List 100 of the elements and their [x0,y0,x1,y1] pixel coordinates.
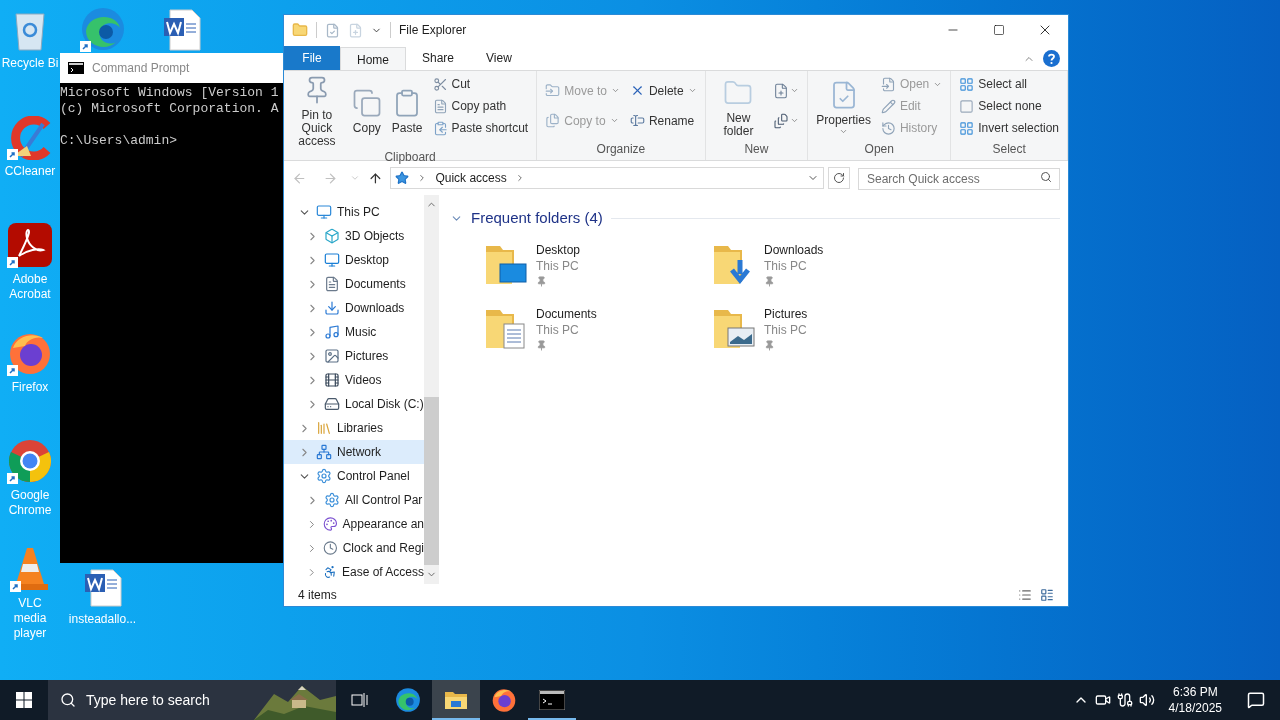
ribbon-tab[interactable]: Share [406,46,471,70]
ribbon-button[interactable]: Delete [625,79,701,102]
windows-logo-icon [16,692,32,708]
folder-tile[interactable]: Documents This PC [480,305,708,362]
search-field[interactable]: Search Quick access [858,168,1060,190]
caret-icon [790,116,800,125]
console-line: (c) Microsoft Corporation. A [60,101,280,117]
download-icon [324,300,340,316]
folder-location: This PC [764,257,808,274]
video-camera-icon[interactable] [1094,692,1111,708]
shortcut-arrow-icon [7,473,18,484]
search-field[interactable]: Type here to search [86,689,246,711]
ribbon-button[interactable]: Cut [428,73,533,95]
scissors-icon [432,76,448,92]
select-all-icon [959,76,975,92]
music-note-icon [324,324,340,340]
large-icons-view-icon[interactable] [1040,588,1054,602]
address-bar[interactable]: Quick access [390,167,825,189]
tree-item[interactable]: Music [284,320,424,344]
taskbar-search-bar[interactable]: Type here to search [48,680,336,720]
rename-icon [629,113,645,128]
console-prompt: C:\Users\admin> [60,133,179,149]
tree-item[interactable]: This PC [284,200,424,224]
ribbon-button[interactable]: Select all [955,73,1063,95]
tree-item[interactable]: Downloads [284,296,424,320]
details-view-icon[interactable] [1018,588,1032,602]
ribbon-tab[interactable]: Home [340,47,406,71]
folder-name: Desktop [536,241,581,258]
library-icon [316,420,332,436]
ribbon-tab[interactable]: File [284,46,340,70]
ribbon-button[interactable]: Copy path [428,95,533,117]
tree-item[interactable]: Appearance an [284,512,424,536]
folder-tile[interactable]: Pictures This PC [708,305,936,362]
tree-item[interactable]: Videos [284,368,424,392]
scrollbar-thumb[interactable] [424,397,439,565]
ribbon-button[interactable]: Pin to Quick access [288,71,346,148]
search-icon [60,692,76,708]
accessibility-icon [322,564,337,580]
window-title: File Explorer [399,22,467,39]
ribbon-button[interactable]: New folder [709,73,768,138]
folder-tile[interactable]: Desktop This PC [480,241,708,298]
tree-item[interactable]: Control Panel [284,464,424,488]
tree-item[interactable]: 3D Objects [284,224,424,248]
tree-item[interactable]: Documents [284,272,424,296]
tree-item[interactable]: Network [284,440,424,464]
back-icon[interactable] [292,170,307,186]
shortcut-arrow-icon [10,581,21,592]
help-icon[interactable] [1043,50,1060,67]
properties-icon[interactable] [325,22,340,38]
cube-icon [324,228,340,244]
console-icon [539,690,565,710]
ribbon-group-label: Select [991,141,1027,158]
taskbar-app[interactable] [432,680,480,720]
network-icon[interactable] [1116,692,1133,708]
forward-icon[interactable] [322,170,338,186]
folder-name: Pictures [764,305,808,322]
ribbon-button[interactable]: Paste shortcut [428,117,533,139]
caret-icon [790,86,800,95]
folder-name: Downloads [764,241,824,258]
clipboard-icon [432,120,448,136]
ribbon-button[interactable]: Rename [625,109,701,132]
shortcut-arrow-icon [7,149,18,160]
status-text: 4 items [298,587,337,604]
folder-tile[interactable]: Downloads This PC [708,241,936,298]
tree-item[interactable]: All Control Par [284,488,424,512]
tree-item[interactable]: Local Disk (C:) [284,392,424,416]
palette-icon [322,516,338,532]
breadcrumb[interactable]: Quick access [435,169,507,187]
ribbon-button[interactable]: Properties [812,75,875,136]
ribbon-button[interactable]: Copy [347,84,386,135]
shortcut-arrow-icon [7,365,18,376]
ribbon-tab[interactable]: View [470,46,528,70]
ribbon-group-label: New [743,141,770,158]
history-icon [880,120,896,136]
clock[interactable]: 6:36 PM 4/18/2025 [1160,684,1230,716]
copy-icon [545,113,561,128]
up-icon[interactable] [367,170,383,186]
open-icon [880,76,896,92]
caret-icon [610,86,620,95]
refresh-button[interactable] [828,167,850,189]
caret-icon [687,86,697,95]
network-icon [316,444,332,460]
new-item-icon[interactable] [348,22,363,38]
tree-item[interactable]: Pictures [284,344,424,368]
file-stack-icon [773,112,790,129]
tree-item[interactable]: Clock and Regi [284,536,424,560]
maximize-icon [993,24,1005,36]
select-none-icon [959,98,975,114]
tree-item[interactable]: Desktop [284,248,424,272]
refresh-icon [833,172,846,184]
edit-icon [880,98,896,114]
folder-name: Documents [536,305,597,322]
ribbon-button[interactable]: Invert selection [955,117,1063,139]
tree-item[interactable]: Ease of Access [284,560,424,584]
ribbon-button[interactable]: Paste [387,84,427,135]
tree-item[interactable]: Libraries [284,416,424,440]
caret-icon [609,116,619,125]
ribbon-button[interactable]: Select none [955,95,1063,117]
speaker-icon[interactable] [1138,692,1155,708]
scrollbar[interactable] [424,195,439,584]
